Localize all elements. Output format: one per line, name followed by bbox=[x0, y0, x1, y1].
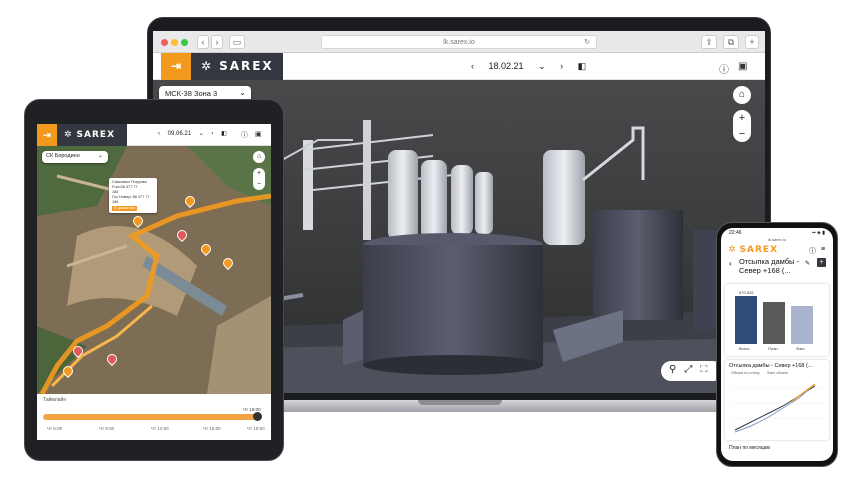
new-tab-button[interactable]: + bbox=[745, 35, 759, 49]
timeline-tick: Чт 6:00 bbox=[47, 426, 63, 431]
date-navigator: ‹ 18.02.21 ⌄ › ◧ bbox=[465, 61, 592, 72]
signal-icon: ▪▪ ◈ ▮ bbox=[812, 230, 825, 236]
timeline-handle[interactable] bbox=[253, 412, 262, 421]
zoom-control: + − bbox=[253, 168, 265, 190]
page-title: Отсыпка дамбы - Север +168 (... bbox=[739, 257, 799, 275]
tablet-app-header: ⇥ ✲ SAREX ‹ 09.06.21 ⌄ › ◧ ⓘ ▣ bbox=[37, 124, 271, 146]
maximize-window-icon[interactable] bbox=[181, 39, 188, 46]
layer-select-value: МСК-38 Зона 3 bbox=[165, 89, 218, 98]
zoom-out-button[interactable]: − bbox=[253, 179, 265, 190]
sarex-logo-icon: ✲ bbox=[64, 130, 73, 140]
app-header: ⇥ ✲ SAREX ‹ 18.02.21 ⌄ › ◧ ⓘ ▣ bbox=[153, 53, 765, 80]
reload-icon[interactable]: ↻ bbox=[584, 36, 590, 49]
monthly-plan-label: План по месяцам bbox=[729, 445, 770, 451]
compare-icon[interactable]: ◧ bbox=[578, 61, 587, 71]
timeline-tick: Чт 15:00 bbox=[203, 426, 221, 431]
info-icon[interactable]: ⓘ bbox=[719, 61, 729, 76]
line-chart-title: Отсыпка дамбы - Север +168 (... bbox=[729, 363, 813, 369]
tablet-layer-select[interactable]: СК Бородино ⌄ bbox=[42, 151, 108, 163]
back-button[interactable]: ‹ bbox=[729, 259, 732, 268]
legend-item: Объем по плану bbox=[731, 371, 760, 375]
save-icon[interactable]: ▣ bbox=[738, 61, 747, 72]
line-chart-card: Отсыпка дамбы - Север +168 (... Объем по… bbox=[725, 360, 829, 440]
browser-toolbar: ‹ › ▭ lk.sarex.io ↻ ⇪ ⧉ + bbox=[153, 31, 765, 53]
minimize-window-icon[interactable] bbox=[171, 39, 178, 46]
bar-chart-card: 670 628 Всего План Факт bbox=[725, 284, 829, 356]
line-chart-legend: Объем по плану Факт объем bbox=[731, 371, 788, 375]
date-dropdown-icon[interactable]: ⌄ bbox=[538, 61, 546, 71]
timeline-panel: Таймлайн Чт 18:00 Чт 6:00 Чт 9:00 Чт 12:… bbox=[37, 394, 271, 440]
zoom-out-button[interactable]: − bbox=[733, 126, 751, 142]
bar-category: Факт bbox=[796, 346, 805, 351]
phone-brand-name: SAREX bbox=[739, 245, 779, 255]
url-text: lk.sarex.io bbox=[443, 39, 475, 46]
share-icon[interactable]: ⇪ bbox=[701, 35, 717, 49]
bar-value-label: 670 628 bbox=[739, 290, 754, 295]
close-window-icon[interactable] bbox=[161, 39, 168, 46]
zoom-control: + − bbox=[733, 110, 751, 142]
next-date-button[interactable]: › bbox=[560, 61, 563, 71]
tablet-date-navigator: ‹ 09.06.21 ⌄ › ◧ bbox=[155, 130, 230, 137]
address-bar[interactable]: lk.sarex.io ↻ bbox=[321, 35, 597, 49]
phone-screen: 22:46 ▪▪ ◈ ▮ lk.sarex.io ✲ SAREX ⓘ ≡ ‹ От… bbox=[721, 228, 833, 461]
home-button[interactable]: ⌂ bbox=[253, 151, 265, 163]
edit-icon[interactable]: ✎ bbox=[805, 260, 810, 267]
logout-button[interactable]: ⇥ bbox=[161, 53, 191, 80]
status-time: 22:46 bbox=[729, 230, 742, 236]
legend-item: Факт объем bbox=[766, 371, 788, 375]
bar-plan bbox=[763, 302, 785, 344]
current-date[interactable]: 18.02.21 bbox=[489, 61, 524, 71]
timeline-end-label: Чт 18:00 bbox=[243, 407, 261, 412]
timeline-tick: Чт 12:00 bbox=[151, 426, 169, 431]
sarex-logo-icon: ✲ bbox=[728, 245, 737, 255]
timeline-tick: Чт 18:00 bbox=[247, 426, 265, 431]
bar-fact bbox=[791, 306, 813, 344]
tablet-brand-logo: ✲ SAREX bbox=[57, 124, 127, 146]
tablet-screen: ⇥ ✲ SAREX ‹ 09.06.21 ⌄ › ◧ ⓘ ▣ СК Бороди… bbox=[37, 124, 271, 440]
zoom-in-button[interactable]: + bbox=[253, 168, 265, 179]
bar-total bbox=[735, 296, 757, 344]
home-button[interactable]: ⌂ bbox=[733, 86, 751, 104]
tablet-logout-button[interactable]: ⇥ bbox=[37, 124, 57, 146]
tabs-overview-icon[interactable]: ⧉ bbox=[723, 35, 739, 49]
save-icon[interactable]: ▣ bbox=[255, 130, 262, 138]
measure-toolbar[interactable]: ⚲⤢⛶ bbox=[661, 361, 724, 381]
date-dropdown-icon[interactable]: ⌄ bbox=[199, 131, 204, 137]
info-icon[interactable]: ⓘ bbox=[241, 130, 248, 140]
info-icon[interactable]: ⓘ bbox=[809, 246, 816, 256]
compare-icon[interactable]: ◧ bbox=[221, 131, 227, 137]
sidebar-toggle-icon[interactable]: ▭ bbox=[229, 35, 245, 49]
timeline-track[interactable] bbox=[43, 414, 261, 420]
bar-category: План bbox=[768, 346, 778, 351]
tablet-brand-name: SAREX bbox=[76, 130, 116, 140]
bar-category: Всего bbox=[739, 346, 750, 351]
laptop-notch bbox=[418, 400, 502, 405]
vehicle-status-button[interactable]: В движении bbox=[112, 206, 137, 211]
add-button[interactable]: + bbox=[817, 258, 826, 267]
sarex-logo-icon: ✲ bbox=[201, 59, 214, 73]
chevron-down-icon: ⌄ bbox=[239, 88, 246, 97]
prev-date-button[interactable]: ‹ bbox=[471, 61, 474, 71]
brand-logo: ✲ SAREX bbox=[191, 53, 283, 80]
tooltip-line: Гос.Номер: 86 477 77 186 bbox=[112, 195, 150, 204]
layer-select-value: СК Бородино bbox=[46, 153, 80, 159]
quarry-map[interactable]: СК Бородино ⌄ ⌂ + − Самосвал Погрузка Fo… bbox=[37, 146, 271, 394]
chevron-down-icon: ⌄ bbox=[97, 153, 103, 159]
next-date-button[interactable]: › bbox=[211, 131, 213, 137]
back-button[interactable]: ‹ bbox=[197, 35, 209, 49]
timeline-label: Таймлайн bbox=[43, 397, 67, 403]
line-chart-plot bbox=[731, 383, 825, 433]
brand-name: SAREX bbox=[219, 59, 274, 73]
timeline-tick: Чт 9:00 bbox=[99, 426, 115, 431]
menu-icon[interactable]: ≡ bbox=[821, 246, 825, 253]
current-date[interactable]: 09.06.21 bbox=[168, 131, 191, 137]
vehicle-tooltip: Самосвал Погрузка Foot:08 477 77 186 Гос… bbox=[109, 178, 157, 213]
phone-brand-logo: ✲ SAREX bbox=[728, 245, 778, 255]
forward-button[interactable]: › bbox=[211, 35, 223, 49]
prev-date-button[interactable]: ‹ bbox=[158, 131, 160, 137]
zoom-in-button[interactable]: + bbox=[733, 110, 751, 126]
phone-url: lk.sarex.io bbox=[767, 237, 786, 242]
